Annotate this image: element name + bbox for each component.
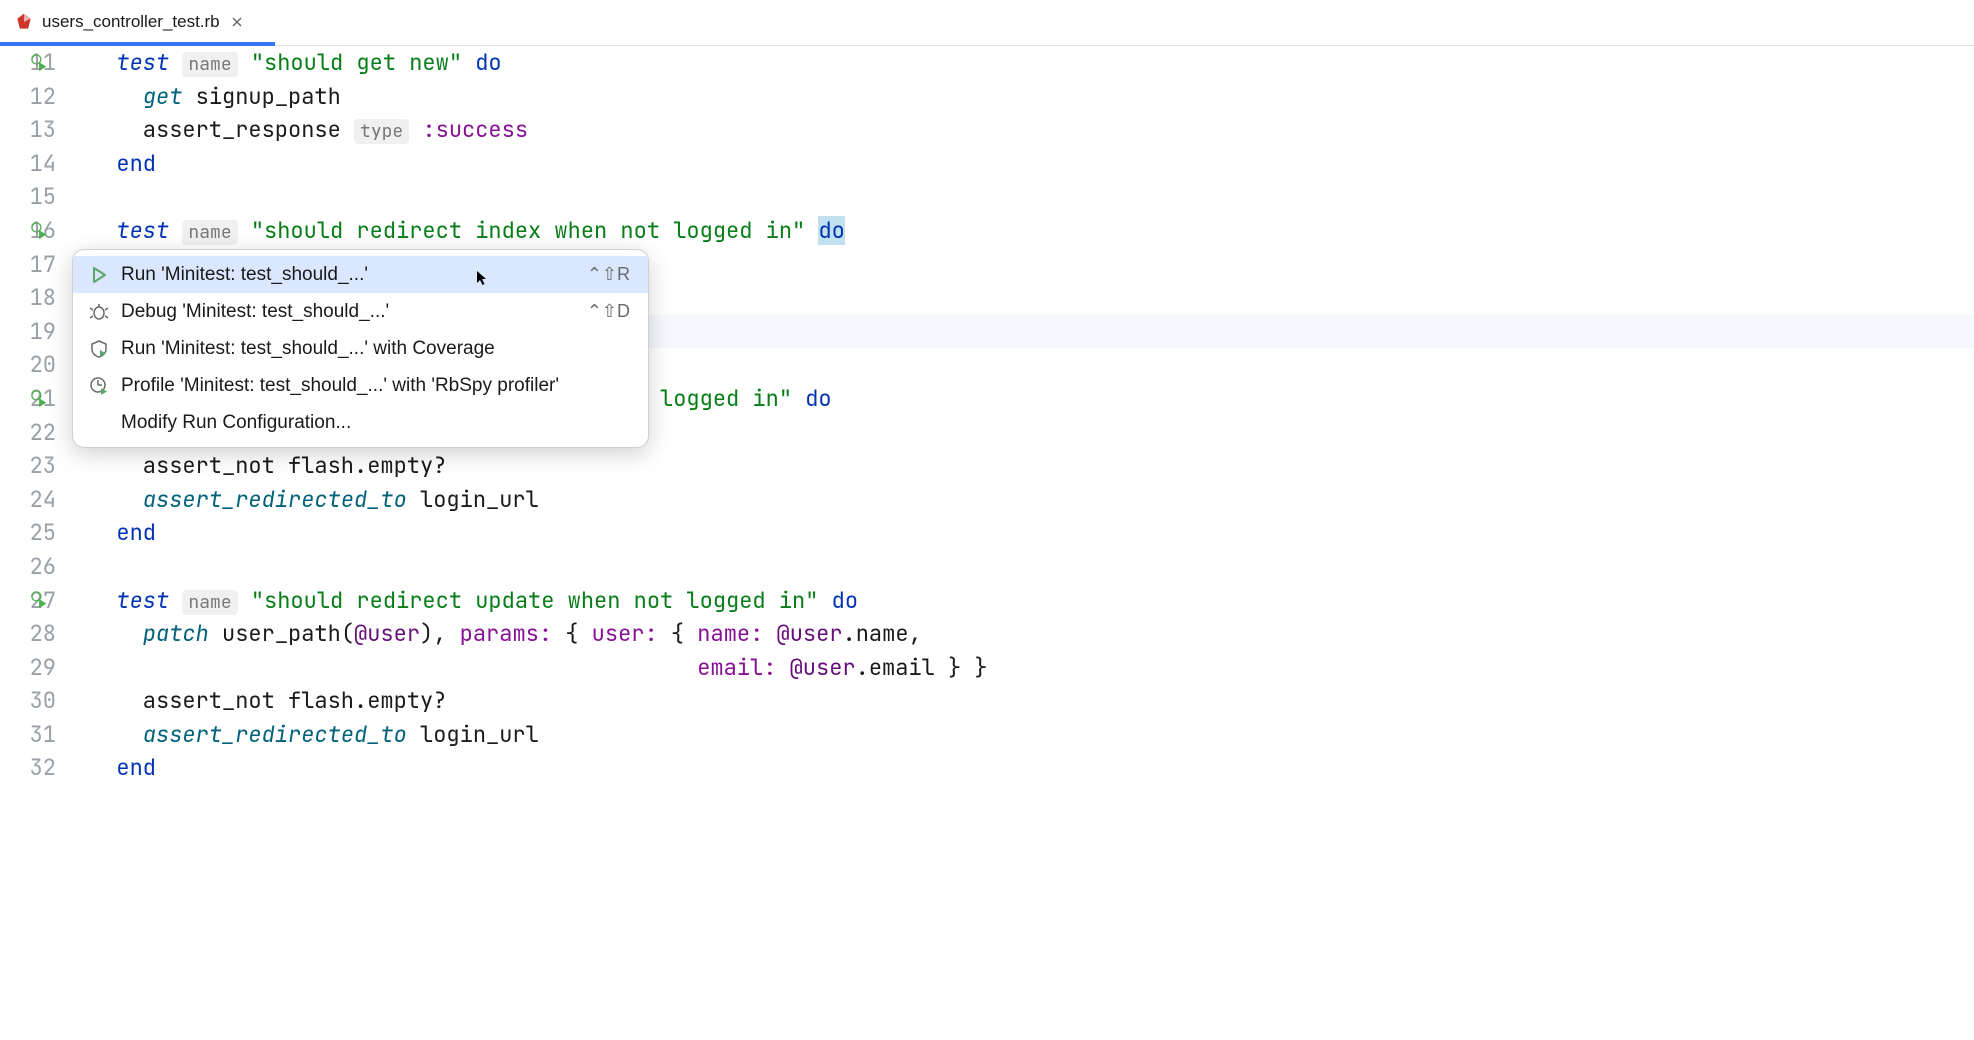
run-test-gutter-icon[interactable]: [30, 590, 50, 610]
menu-item-modify[interactable]: Modify Run Configuration...: [73, 404, 648, 441]
gutter-line-number: 23: [0, 449, 56, 483]
editor-tab[interactable]: users_controller_test.rb: [6, 0, 258, 45]
gutter-line-number: 15: [0, 180, 56, 214]
gutter-line-number: 17: [0, 248, 56, 282]
gutter-line-number: 19: [0, 315, 56, 349]
profile-icon: [87, 374, 111, 398]
gutter-line-number: 22: [0, 416, 56, 450]
menu-item-shortcut: ⌃⇧D: [587, 301, 630, 322]
menu-item-debug[interactable]: Debug 'Minitest: test_should_...'⌃⇧D: [73, 293, 648, 330]
code-line[interactable]: assert_redirected_to login_url: [90, 718, 1974, 752]
debug-icon: [87, 300, 111, 324]
gutter-line-number: 18: [0, 281, 56, 315]
gutter-line-number: 11: [0, 46, 56, 80]
close-icon[interactable]: [228, 13, 246, 31]
gutter: 1112131415161718192021222324252627282930…: [0, 46, 90, 1040]
code-line[interactable]: test name "should redirect update when n…: [90, 584, 1974, 618]
code-area[interactable]: test name "should get new" do get signup…: [90, 46, 1974, 1040]
menu-item-label: Run 'Minitest: test_should_...' with Cov…: [121, 338, 630, 360]
gutter-line-number: 31: [0, 718, 56, 752]
gutter-line-number: 30: [0, 684, 56, 718]
editor-tab-bar: users_controller_test.rb: [0, 0, 1974, 46]
code-line[interactable]: end: [90, 751, 1974, 785]
gutter-line-number: 32: [0, 751, 56, 785]
run-context-menu: Run 'Minitest: test_should_...'⌃⇧RDebug …: [72, 249, 649, 448]
code-line[interactable]: assert_not flash.empty?: [90, 684, 1974, 718]
menu-item-label: Profile 'Minitest: test_should_...' with…: [121, 375, 630, 397]
menu-item-profile[interactable]: Profile 'Minitest: test_should_...' with…: [73, 367, 648, 404]
run-test-gutter-icon[interactable]: [30, 389, 50, 409]
code-line[interactable]: get signup_path: [90, 80, 1974, 114]
menu-item-shortcut: ⌃⇧R: [587, 264, 630, 285]
run-test-gutter-icon[interactable]: [30, 221, 50, 241]
gutter-line-number: 25: [0, 516, 56, 550]
code-line[interactable]: [90, 550, 1974, 584]
gutter-line-number: 12: [0, 80, 56, 114]
gutter-line-number: 27: [0, 584, 56, 618]
menu-item-label: Debug 'Minitest: test_should_...': [121, 301, 587, 323]
run-test-gutter-icon[interactable]: [30, 53, 50, 73]
code-line[interactable]: assert_not flash.empty?: [90, 449, 1974, 483]
tab-filename: users_controller_test.rb: [42, 12, 220, 32]
menu-item-label: Run 'Minitest: test_should_...': [121, 264, 587, 286]
ruby-file-icon: [14, 12, 34, 32]
gutter-line-number: 24: [0, 483, 56, 517]
coverage-icon: [87, 337, 111, 361]
blank-icon: [87, 411, 111, 435]
code-editor[interactable]: 1112131415161718192021222324252627282930…: [0, 46, 1974, 1040]
code-line[interactable]: end: [90, 516, 1974, 550]
code-line[interactable]: end: [90, 147, 1974, 181]
run-icon: [87, 263, 111, 287]
gutter-line-number: 16: [0, 214, 56, 248]
code-line[interactable]: assert_response type :success: [90, 113, 1974, 147]
gutter-line-number: 13: [0, 113, 56, 147]
code-line[interactable]: email: @user.email } }: [90, 651, 1974, 685]
menu-item-coverage[interactable]: Run 'Minitest: test_should_...' with Cov…: [73, 330, 648, 367]
gutter-line-number: 21: [0, 382, 56, 416]
menu-item-run[interactable]: Run 'Minitest: test_should_...'⌃⇧R: [73, 256, 648, 293]
gutter-line-number: 29: [0, 651, 56, 685]
gutter-line-number: 14: [0, 147, 56, 181]
gutter-line-number: 28: [0, 617, 56, 651]
code-line[interactable]: test name "should redirect index when no…: [90, 214, 1974, 248]
code-line[interactable]: assert_redirected_to login_url: [90, 483, 1974, 517]
mouse-cursor-icon: [476, 270, 494, 288]
code-line[interactable]: [90, 180, 1974, 214]
menu-item-label: Modify Run Configuration...: [121, 412, 630, 434]
code-line[interactable]: test name "should get new" do: [90, 46, 1974, 80]
gutter-line-number: 20: [0, 348, 56, 382]
gutter-line-number: 26: [0, 550, 56, 584]
code-line[interactable]: patch user_path(@user), params: { user: …: [90, 617, 1974, 651]
